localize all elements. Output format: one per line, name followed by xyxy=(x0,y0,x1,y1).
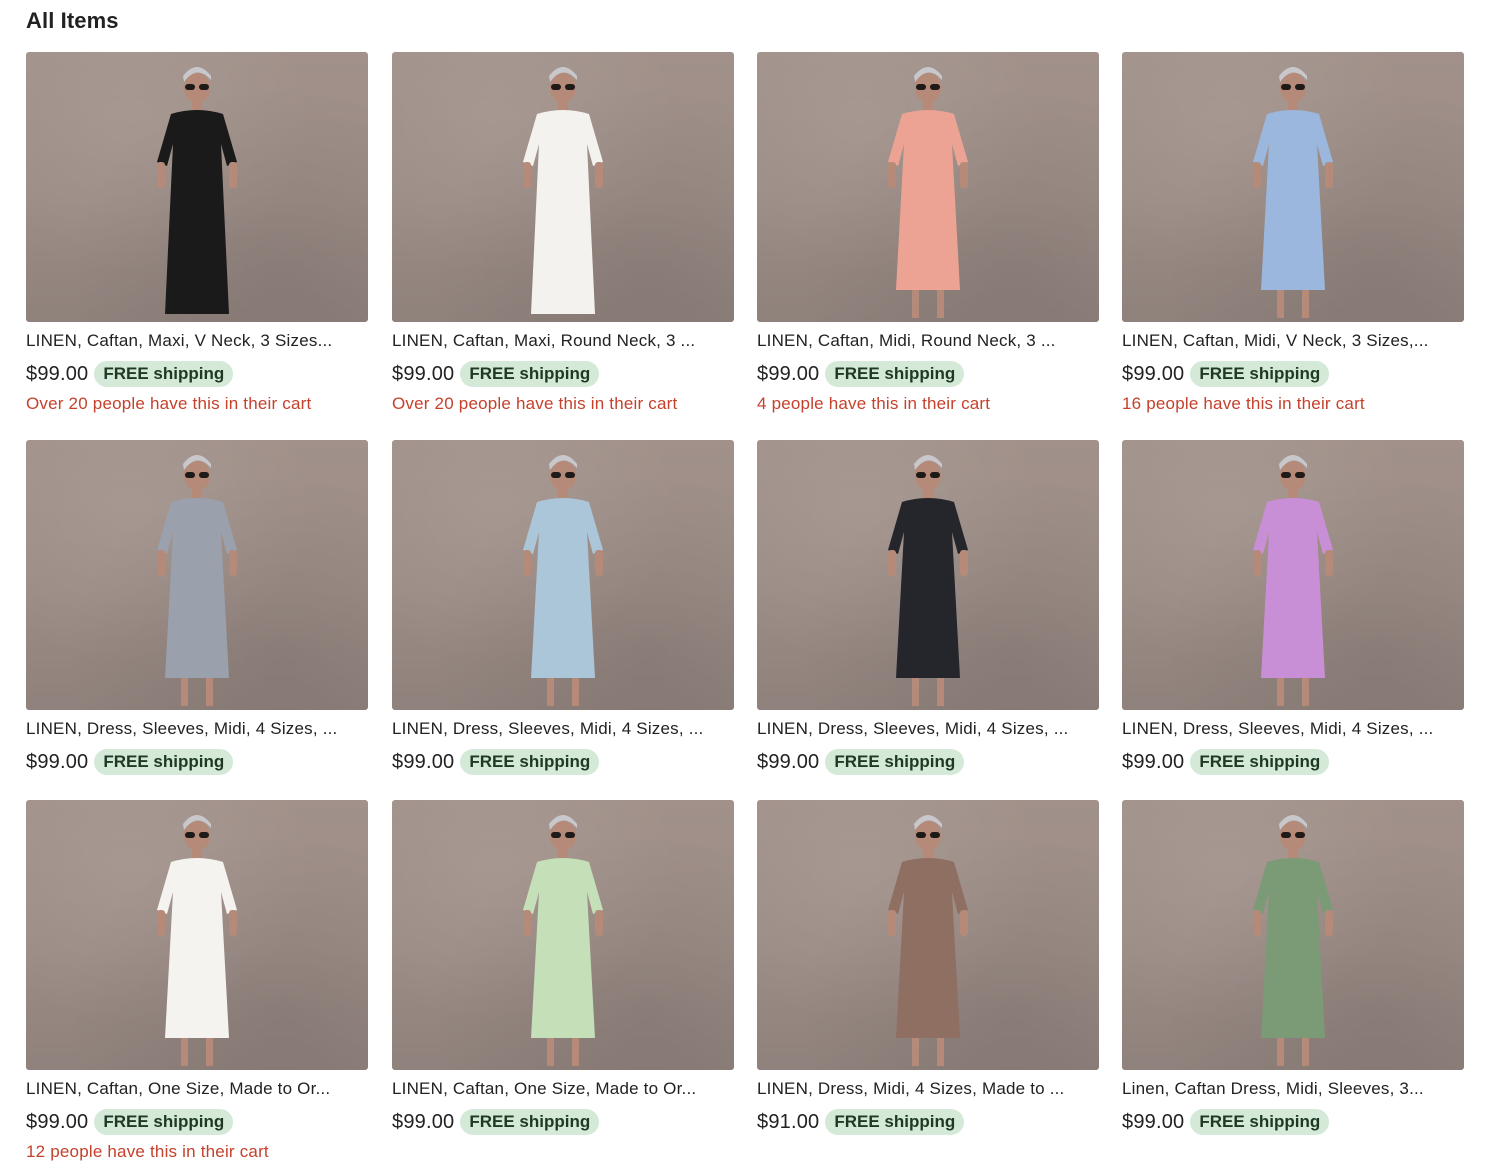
cart-demand-note: 16 people have this in their cart xyxy=(1122,394,1365,413)
free-shipping-badge: FREE shipping xyxy=(460,361,600,387)
listing-photo[interactable] xyxy=(392,440,734,710)
listing-price: $99.00 xyxy=(392,1110,455,1133)
listing-title[interactable]: LINEN, Caftan, Maxi, V Neck, 3 Sizes... xyxy=(26,331,368,351)
price-row: $99.00 FREE shipping xyxy=(392,749,734,775)
price-row: $99.00 FREE shipping xyxy=(392,361,734,387)
model-figure xyxy=(1233,800,1353,1070)
price-row: $91.00 FREE shipping xyxy=(757,1109,1099,1135)
free-shipping-badge: FREE shipping xyxy=(94,361,234,387)
listing-title[interactable]: LINEN, Dress, Sleeves, Midi, 4 Sizes, ..… xyxy=(1122,719,1464,739)
cart-demand-note: 12 people have this in their cart xyxy=(26,1142,269,1161)
listing-price: $99.00 xyxy=(26,750,89,773)
price-row: $99.00 FREE shipping xyxy=(26,749,368,775)
free-shipping-badge: FREE shipping xyxy=(825,1109,965,1135)
free-shipping-badge: FREE shipping xyxy=(1190,361,1330,387)
price-row: $99.00 FREE shipping xyxy=(392,1109,734,1135)
cart-demand-note: 4 people have this in their cart xyxy=(757,394,991,413)
listing-card[interactable]: LINEN, Dress, Sleeves, Midi, 4 Sizes, ..… xyxy=(757,440,1099,775)
model-figure xyxy=(868,800,988,1070)
cart-demand-note: Over 20 people have this in their cart xyxy=(26,394,312,413)
listing-price: $99.00 xyxy=(757,750,820,773)
listing-title[interactable]: LINEN, Dress, Sleeves, Midi, 4 Sizes, ..… xyxy=(26,719,368,739)
listing-title[interactable]: LINEN, Dress, Sleeves, Midi, 4 Sizes, ..… xyxy=(392,719,734,739)
listing-price: $99.00 xyxy=(1122,362,1185,385)
price-row: $99.00 FREE shipping xyxy=(757,749,1099,775)
free-shipping-badge: FREE shipping xyxy=(825,361,965,387)
listing-title[interactable]: LINEN, Caftan, Maxi, Round Neck, 3 ... xyxy=(392,331,734,351)
listing-photo[interactable] xyxy=(26,800,368,1070)
listing-card[interactable]: LINEN, Caftan, Midi, V Neck, 3 Sizes,...… xyxy=(1122,52,1464,414)
free-shipping-badge: FREE shipping xyxy=(825,749,965,775)
model-figure xyxy=(137,800,257,1070)
model-figure xyxy=(868,440,988,710)
listing-photo[interactable] xyxy=(392,800,734,1070)
price-row: $99.00 FREE shipping xyxy=(1122,361,1464,387)
listing-photo[interactable] xyxy=(757,800,1099,1070)
free-shipping-badge: FREE shipping xyxy=(1190,1109,1330,1135)
listing-title[interactable]: LINEN, Caftan, Midi, V Neck, 3 Sizes,... xyxy=(1122,331,1464,351)
listing-photo[interactable] xyxy=(757,440,1099,710)
section-title: All Items xyxy=(26,8,119,33)
listing-photo[interactable] xyxy=(26,440,368,710)
listing-price: $99.00 xyxy=(392,362,455,385)
model-figure xyxy=(1233,440,1353,710)
listing-photo[interactable] xyxy=(1122,800,1464,1070)
price-row: $99.00 FREE shipping xyxy=(26,361,368,387)
model-figure xyxy=(137,52,257,322)
listing-card[interactable]: Linen, Caftan Dress, Midi, Sleeves, 3...… xyxy=(1122,800,1464,1135)
listing-card[interactable]: LINEN, Dress, Midi, 4 Sizes, Made to ...… xyxy=(757,800,1099,1135)
listing-card[interactable]: LINEN, Caftan, Maxi, Round Neck, 3 ... $9… xyxy=(392,52,734,414)
price-row: $99.00 FREE shipping xyxy=(1122,749,1464,775)
listing-price: $99.00 xyxy=(392,750,455,773)
listing-card[interactable]: LINEN, Caftan, One Size, Made to Or... $9… xyxy=(392,800,734,1135)
cart-demand-note: Over 20 people have this in their cart xyxy=(392,394,678,413)
listing-price: $99.00 xyxy=(1122,750,1185,773)
free-shipping-badge: FREE shipping xyxy=(94,1109,234,1135)
free-shipping-badge: FREE shipping xyxy=(94,749,234,775)
model-figure xyxy=(868,52,988,322)
listing-title[interactable]: LINEN, Dress, Sleeves, Midi, 4 Sizes, ..… xyxy=(757,719,1099,739)
listing-card[interactable]: LINEN, Caftan, Midi, Round Neck, 3 ... $9… xyxy=(757,52,1099,414)
model-figure xyxy=(137,440,257,710)
listing-price: $99.00 xyxy=(26,362,89,385)
listing-price: $91.00 xyxy=(757,1110,820,1133)
listing-photo[interactable] xyxy=(392,52,734,322)
listing-price: $99.00 xyxy=(26,1110,89,1133)
model-figure xyxy=(503,800,623,1070)
price-row: $99.00 FREE shipping xyxy=(757,361,1099,387)
listing-title[interactable]: LINEN, Caftan, Midi, Round Neck, 3 ... xyxy=(757,331,1099,351)
listing-card[interactable]: LINEN, Dress, Sleeves, Midi, 4 Sizes, ..… xyxy=(1122,440,1464,775)
listing-card[interactable]: LINEN, Dress, Sleeves, Midi, 4 Sizes, ..… xyxy=(392,440,734,775)
listing-card[interactable]: LINEN, Caftan, One Size, Made to Or... $9… xyxy=(26,800,368,1162)
listing-photo[interactable] xyxy=(757,52,1099,322)
listing-photo[interactable] xyxy=(1122,52,1464,322)
listing-title[interactable]: LINEN, Dress, Midi, 4 Sizes, Made to ... xyxy=(757,1079,1099,1099)
listing-photo[interactable] xyxy=(26,52,368,322)
price-row: $99.00 FREE shipping xyxy=(1122,1109,1464,1135)
model-figure xyxy=(503,52,623,322)
listing-photo[interactable] xyxy=(1122,440,1464,710)
listing-price: $99.00 xyxy=(757,362,820,385)
model-figure xyxy=(1233,52,1353,322)
listing-card[interactable]: LINEN, Dress, Sleeves, Midi, 4 Sizes, ..… xyxy=(26,440,368,775)
listing-price: $99.00 xyxy=(1122,1110,1185,1133)
free-shipping-badge: FREE shipping xyxy=(1190,749,1330,775)
listing-title[interactable]: Linen, Caftan Dress, Midi, Sleeves, 3... xyxy=(1122,1079,1464,1099)
model-figure xyxy=(503,440,623,710)
free-shipping-badge: FREE shipping xyxy=(460,749,600,775)
price-row: $99.00 FREE shipping xyxy=(26,1109,368,1135)
free-shipping-badge: FREE shipping xyxy=(460,1109,600,1135)
listing-card[interactable]: LINEN, Caftan, Maxi, V Neck, 3 Sizes... $… xyxy=(26,52,368,414)
listing-title[interactable]: LINEN, Caftan, One Size, Made to Or... xyxy=(26,1079,368,1099)
listing-title[interactable]: LINEN, Caftan, One Size, Made to Or... xyxy=(392,1079,734,1099)
